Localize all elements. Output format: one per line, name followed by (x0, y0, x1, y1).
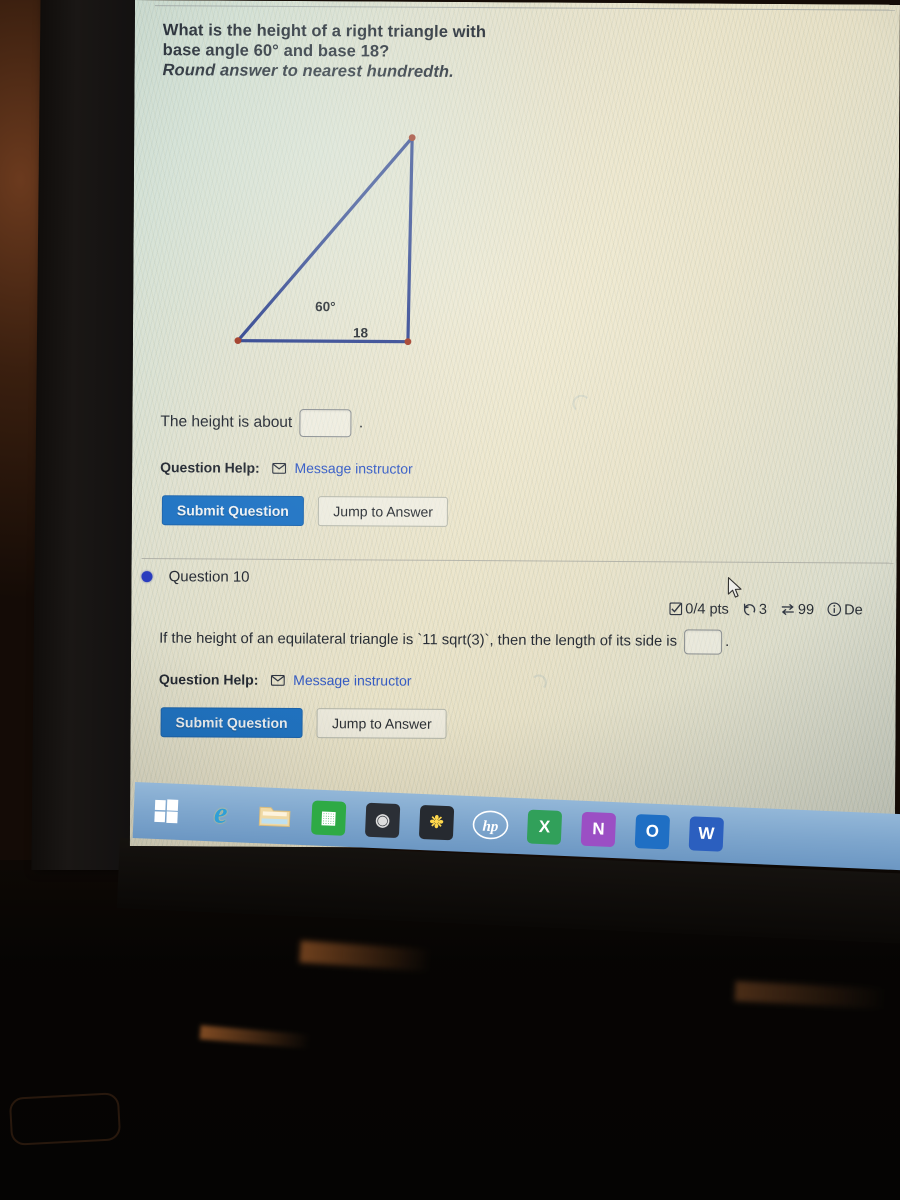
question9-prompt-line2: base angle 60° and base 18? (162, 41, 390, 61)
word-icon[interactable]: W (678, 810, 734, 858)
info-icon (827, 602, 841, 617)
microsoft-store-icon-tile: ▦ (310, 800, 347, 836)
swap-icon (781, 603, 794, 616)
colorful-app-icon-tile: ❉ (418, 804, 455, 841)
question9-help-row: Question Help: Message instructor (160, 459, 413, 478)
swap-icon-group: 99 (780, 602, 818, 618)
quiz-page: What is the height of a right triangle w… (130, 0, 900, 843)
question10-submit-button[interactable]: Submit Question (160, 707, 303, 739)
checkbox-icon: 0/4 pts (669, 601, 733, 618)
onenote-icon-tile: N (580, 811, 617, 848)
details-group[interactable]: De (827, 602, 863, 618)
question9-prompt-line3: Round answer to nearest hundredth. (162, 61, 454, 81)
question-separator (141, 558, 894, 564)
camera-app-icon-tile: ◉ (364, 802, 401, 839)
envelope-icon (272, 461, 287, 477)
question10-button-row: Submit Question Jump to Answer (160, 707, 447, 739)
question9-answer-prefix: The height is about (160, 413, 293, 431)
triangle-angle-label: 60° (315, 299, 336, 315)
outlook-icon-tile: O (634, 814, 671, 850)
excel-icon[interactable]: X (517, 803, 573, 851)
undo-icon-group: 3 (742, 602, 771, 618)
question10-jump-to-answer-button[interactable]: Jump to Answer (316, 708, 447, 739)
triangle-vertex (234, 337, 242, 345)
question10-message-instructor-link[interactable]: Message instructor (293, 672, 411, 689)
question10-details-label: De (844, 602, 863, 619)
word-icon-tile: W (688, 816, 725, 852)
desk-object-outline (8, 1092, 122, 1146)
internet-explorer-icon[interactable]: e (193, 790, 249, 838)
question10-status-bar: 0/4 pts 3 99 De (669, 601, 871, 618)
svg-text:hp: hp (482, 819, 499, 836)
windows-start-icon[interactable] (139, 787, 195, 835)
screen-reflection (530, 674, 547, 691)
file-explorer-icon[interactable] (247, 792, 303, 840)
question9-help-label: Question Help: (160, 459, 260, 476)
question10-help-row: Question Help: Message instructor (159, 671, 412, 690)
hp-logo-icon[interactable]: hp (463, 801, 519, 849)
envelope-icon (271, 673, 286, 689)
monitor-bezel-left (31, 0, 145, 870)
question9-answer-suffix: . (358, 414, 364, 432)
question10-text-before: If the height of an equilateral triangle… (159, 630, 414, 649)
question9-answer-line: The height is about . (160, 408, 364, 438)
question9-button-row: Submit Question Jump to Answer (161, 495, 449, 527)
onenote-icon[interactable]: N (570, 805, 626, 853)
question10-header: Question 10 (141, 568, 250, 586)
question10-expression: `11 sqrt(3)` (417, 632, 490, 649)
question-status-dot-icon (141, 571, 153, 583)
question9-prompt: What is the height of a right triangle w… (163, 20, 583, 83)
microsoft-store-icon[interactable]: ▦ (301, 794, 357, 842)
top-divider (154, 5, 895, 11)
outlook-icon[interactable]: O (624, 808, 680, 856)
question10-help-label: Question Help: (158, 671, 259, 688)
question10-title: Question 10 (168, 568, 250, 586)
colorful-app-icon[interactable]: ❉ (409, 799, 465, 847)
question10-retry-count: 3 (758, 601, 767, 618)
question9-answer-input[interactable] (299, 409, 352, 438)
mouse-pointer (727, 577, 745, 606)
question10-prompt: If the height of an equilateral triangle… (159, 626, 899, 656)
screen-reflection (572, 394, 591, 413)
question9-submit-button[interactable]: Submit Question (161, 495, 304, 527)
question9-prompt-line1: What is the height of a right triangle w… (162, 21, 487, 42)
question10-answer-input[interactable] (684, 629, 723, 655)
question10-swap-count: 99 (797, 602, 815, 619)
monitor-screen: What is the height of a right triangle w… (129, 0, 900, 851)
question9-jump-to-answer-button[interactable]: Jump to Answer (318, 496, 449, 527)
right-triangle-figure: 60° 18 (203, 110, 505, 372)
question9-message-instructor-link[interactable]: Message instructor (294, 460, 412, 477)
question10-text-after: , then the length of its side is (489, 632, 678, 650)
triangle-vertex (408, 134, 416, 142)
question10-points: 0/4 pts (685, 601, 729, 618)
question10-period: . (725, 634, 730, 651)
triangle-base-label: 18 (352, 325, 369, 341)
camera-app-icon[interactable]: ◉ (355, 796, 411, 844)
triangle-vertex (404, 338, 412, 346)
excel-icon-tile: X (526, 809, 563, 845)
